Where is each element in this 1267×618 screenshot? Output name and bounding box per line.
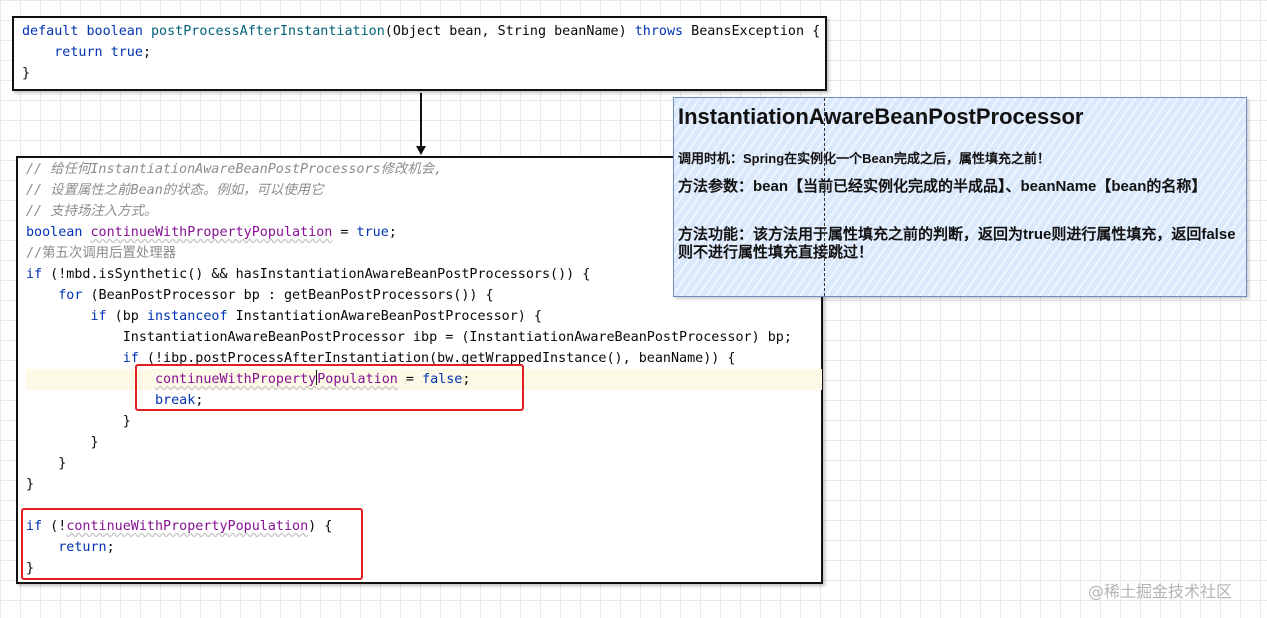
note-function: 方法功能：该方法用于属性填充之前的判断，返回为true则进行属性填充，返回fal… <box>678 226 1236 261</box>
method-name: postProcessAfterInstantiation <box>151 24 385 39</box>
code-line: if (bp instanceof InstantiationAwareBean… <box>26 306 542 327</box>
code-line: } <box>26 477 35 492</box>
arrow-head-icon <box>416 146 426 155</box>
code-text: BeansException { <box>683 24 821 39</box>
connector-line <box>420 93 422 148</box>
code-line: default boolean postProcessAfterInstanti… <box>22 21 820 42</box>
code-line: InstantiationAwareBeanPostProcessor ibp … <box>26 330 792 345</box>
code-comment: //第五次调用后置处理器 <box>26 246 177 261</box>
note-timing: 调用时机：Spring在实例化一个Bean完成之后，属性填充之前！ <box>678 151 1050 166</box>
code-keyword: return <box>54 45 103 60</box>
code-text: ; <box>142 45 151 60</box>
code-text: (!mbd.isSynthetic() && hasInstantiationA… <box>42 267 591 282</box>
code-line: return true; <box>22 42 151 63</box>
code-comment: // 支持场注入方式。 <box>26 204 158 219</box>
code-keyword: boolean <box>26 225 83 240</box>
code-keyword: if <box>90 309 107 324</box>
code-text: (Object bean, String beanName) <box>384 24 635 39</box>
code-keyword: if <box>26 267 43 282</box>
code-text: (BeanPostProcessor bp : getBeanPostProce… <box>82 288 494 303</box>
code-keyword: true <box>110 45 143 60</box>
code-keyword: true <box>356 225 389 240</box>
watermark: @稀土掘金技术社区 <box>1088 582 1233 601</box>
code-text: (bp <box>106 309 147 324</box>
dashed-divider <box>824 98 825 296</box>
code-keyword: default <box>22 24 79 39</box>
code-line: } <box>26 435 99 450</box>
code-comment: // 设置属性之前Bean的状态。例如，可以使用它 <box>26 183 324 198</box>
code-line: } <box>26 414 131 429</box>
code-keyword: instanceof <box>146 309 228 324</box>
code-keyword: throws <box>634 24 684 39</box>
code-keyword: for <box>58 288 83 303</box>
highlight-box-return <box>21 508 363 580</box>
code-keyword: boolean <box>86 24 143 39</box>
highlight-box-assignment <box>135 364 524 411</box>
code-line: if (!mbd.isSynthetic() && hasInstantiati… <box>26 264 590 285</box>
note-title: InstantiationAwareBeanPostProcessor <box>678 104 1084 129</box>
code-text: InstantiationAwareBeanPostProcessor) { <box>227 309 542 324</box>
code-text: = <box>332 225 357 240</box>
code-line: } <box>26 456 67 471</box>
code-text: ; <box>388 225 397 240</box>
note-params: 方法参数：bean【当前已经实例化完成的半成品】、beanName【bean的名… <box>678 178 1207 195</box>
code-line: boolean continueWithPropertyPopulation =… <box>26 222 397 243</box>
interface-method-code-box: default boolean postProcessAfterInstanti… <box>12 16 827 91</box>
code-line: } <box>22 66 31 81</box>
code-comment: // 给任何InstantiationAwareBeanPostProcesso… <box>26 162 443 177</box>
annotation-note: InstantiationAwareBeanPostProcessor 调用时机… <box>673 97 1247 297</box>
code-line: for (BeanPostProcessor bp : getBeanPostP… <box>26 285 494 306</box>
code-field: continueWithPropertyPopulation <box>90 225 333 240</box>
